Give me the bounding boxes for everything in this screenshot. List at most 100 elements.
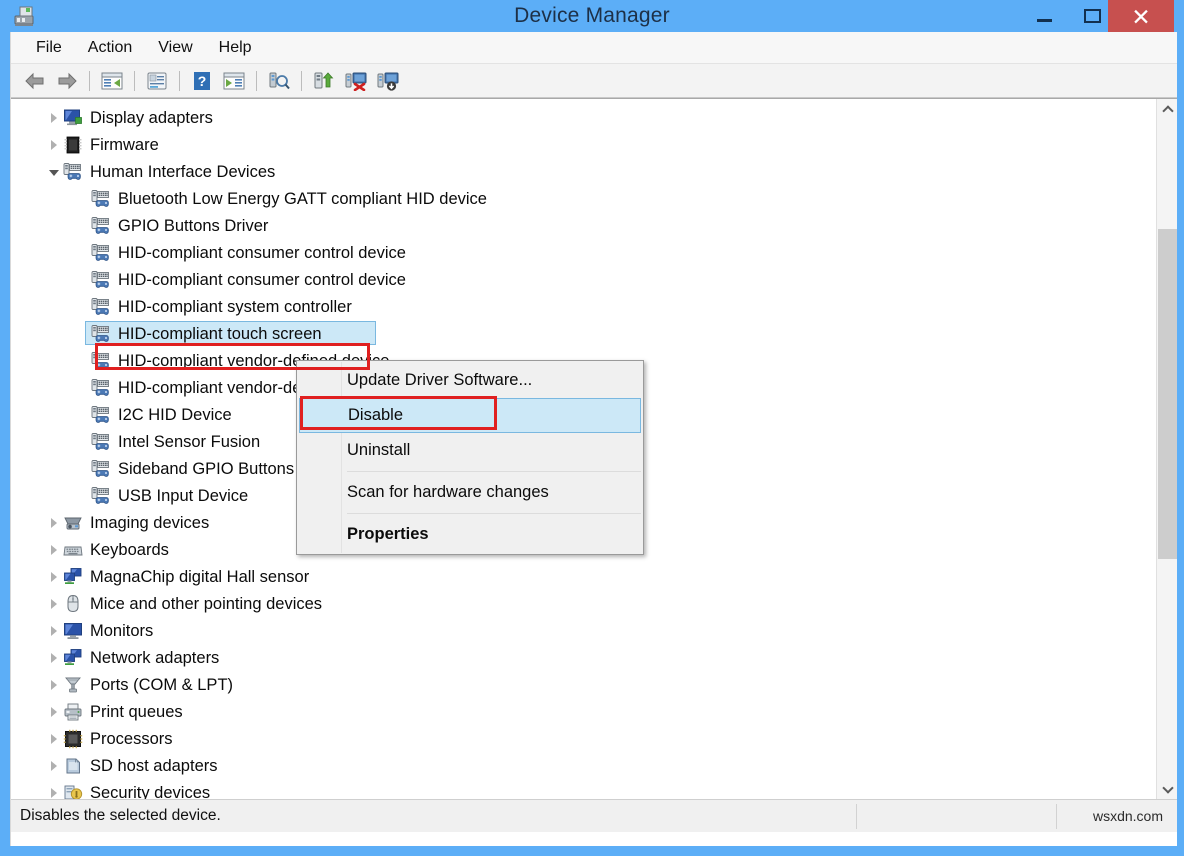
tree-node-security-devices[interactable]: Security devices <box>11 779 1157 799</box>
expand-toggle[interactable] <box>45 752 63 779</box>
expand-toggle[interactable] <box>45 509 63 536</box>
toolbar-separator <box>89 71 90 91</box>
tree-node-gpio-buttons-driver[interactable]: GPIO Buttons Driver <box>11 212 1157 239</box>
window-title: Device Manager <box>0 4 1184 28</box>
close-button[interactable]: ✕ <box>1108 0 1174 34</box>
tool-bar: ? <box>11 64 1177 98</box>
uninstall-device-icon[interactable] <box>373 67 403 95</box>
toolbar-separator <box>301 71 302 91</box>
disable-device-icon[interactable] <box>341 67 371 95</box>
show-hidden-devices-icon[interactable] <box>219 67 249 95</box>
menu-action[interactable]: Action <box>75 36 145 60</box>
tree-node-label: Human Interface Devices <box>90 162 275 182</box>
expand-toggle[interactable] <box>45 104 63 131</box>
tree-node-hid-touch-screen[interactable]: HID-compliant touch screen <box>11 320 1157 347</box>
tree-node-human-interface-devices[interactable]: Human Interface Devices <box>11 158 1157 185</box>
device-manager-window: Device Manager ✕ File Action View Help <box>0 0 1184 856</box>
expand-toggle[interactable] <box>45 563 63 590</box>
hid-icon <box>91 297 111 317</box>
update-driver-software-icon[interactable] <box>309 67 339 95</box>
tree-node-hid-consumer-control-2[interactable]: HID-compliant consumer control device <box>11 266 1157 293</box>
expand-toggle[interactable] <box>45 671 63 698</box>
tree-node-print-queues[interactable]: Print queues <box>11 698 1157 725</box>
tree-node-monitors[interactable]: Monitors <box>11 617 1157 644</box>
scroll-up-button[interactable] <box>1157 99 1177 120</box>
tree-node-label: HID-compliant system controller <box>118 297 352 317</box>
tree-node-display-adapters[interactable]: Display adapters <box>11 104 1157 131</box>
mouse-icon <box>63 594 83 614</box>
show-hide-console-tree-icon[interactable] <box>97 67 127 95</box>
tree-node-hid-consumer-control-1[interactable]: HID-compliant consumer control device <box>11 239 1157 266</box>
expand-toggle[interactable] <box>45 617 63 644</box>
minimize-button[interactable] <box>1020 0 1068 32</box>
context-menu-separator <box>347 513 641 514</box>
context-uninstall[interactable]: Uninstall <box>297 433 643 468</box>
menu-help[interactable]: Help <box>206 36 265 60</box>
menu-bar: File Action View Help <box>11 32 1177 64</box>
expand-toggle[interactable] <box>45 644 63 671</box>
chevron-right-icon <box>51 734 57 744</box>
tree-node-label: Ports (COM & LPT) <box>90 675 233 695</box>
status-message: Disables the selected device. <box>11 807 221 825</box>
tree-node-sd-host-adapters[interactable]: SD host adapters <box>11 752 1157 779</box>
context-properties[interactable]: Properties <box>297 517 643 552</box>
context-disable[interactable]: Disable <box>299 398 641 433</box>
tree-node-firmware[interactable]: Firmware <box>11 131 1157 158</box>
scan-for-hardware-changes-icon[interactable] <box>264 67 294 95</box>
chevron-right-icon <box>51 113 57 123</box>
expand-toggle[interactable] <box>45 536 63 563</box>
tree-node-label: SD host adapters <box>90 756 218 776</box>
expand-toggle[interactable] <box>45 131 63 158</box>
hid-icon <box>91 378 111 398</box>
chevron-right-icon <box>51 707 57 717</box>
chevron-right-icon <box>51 545 57 555</box>
tree-node-processors[interactable]: Processors <box>11 725 1157 752</box>
context-scan-for-hardware-changes[interactable]: Scan for hardware changes <box>297 475 643 510</box>
tree-node-label: Print queues <box>90 702 183 722</box>
tree-node-label: HID-compliant consumer control device <box>118 270 406 290</box>
tree-node-label: HID-compliant consumer control device <box>118 243 406 263</box>
chevron-down-icon <box>49 170 59 176</box>
vertical-scrollbar[interactable] <box>1156 99 1177 799</box>
collapse-toggle[interactable] <box>45 158 63 185</box>
tree-node-label: Bluetooth Low Energy GATT compliant HID … <box>118 189 487 209</box>
tree-node-label: Network adapters <box>90 648 219 668</box>
maximize-icon <box>1084 9 1101 23</box>
title-bar: Device Manager ✕ <box>0 0 1184 32</box>
expand-toggle[interactable] <box>45 725 63 752</box>
tree-node-bluetooth-le-gatt-hid[interactable]: Bluetooth Low Energy GATT compliant HID … <box>11 185 1157 212</box>
tree-node-label: HID-compliant touch screen <box>118 324 322 344</box>
context-update-driver-software[interactable]: Update Driver Software... <box>297 363 643 398</box>
printer-icon <box>63 702 83 722</box>
watermark: wsxdn.com <box>1093 808 1163 824</box>
forward-arrow-icon[interactable] <box>52 67 82 95</box>
tree-node-network-adapters[interactable]: Network adapters <box>11 644 1157 671</box>
scrollbar-thumb[interactable] <box>1158 229 1177 559</box>
expand-toggle[interactable] <box>45 698 63 725</box>
tree-node-label: Keyboards <box>90 540 169 560</box>
menu-file[interactable]: File <box>23 36 75 60</box>
help-icon[interactable]: ? <box>187 67 217 95</box>
hid-icon <box>91 270 111 290</box>
chevron-right-icon <box>51 140 57 150</box>
tree-node-hid-system-controller[interactable]: HID-compliant system controller <box>11 293 1157 320</box>
tree-node-label: USB Input Device <box>118 486 248 506</box>
expand-toggle[interactable] <box>45 590 63 617</box>
back-arrow-icon[interactable] <box>20 67 50 95</box>
expand-toggle[interactable] <box>45 779 63 799</box>
properties-icon[interactable] <box>142 67 172 95</box>
status-divider <box>1056 804 1057 829</box>
tree-node-label: Security devices <box>90 783 210 800</box>
processor-icon <box>63 729 83 749</box>
svg-text:?: ? <box>198 73 207 89</box>
tree-node-magnachip-hall-sensor[interactable]: MagnaChip digital Hall sensor <box>11 563 1157 590</box>
tree-node-label: GPIO Buttons Driver <box>118 216 268 236</box>
tree-node-mice-pointing-devices[interactable]: Mice and other pointing devices <box>11 590 1157 617</box>
tree-node-label: Display adapters <box>90 108 213 128</box>
tree-node-ports-com-lpt[interactable]: Ports (COM & LPT) <box>11 671 1157 698</box>
status-bar: Disables the selected device. wsxdn.com <box>11 799 1177 832</box>
scroll-down-button[interactable] <box>1157 779 1177 799</box>
chevron-up-icon <box>1162 105 1173 116</box>
menu-view[interactable]: View <box>145 36 205 60</box>
chevron-right-icon <box>51 788 57 798</box>
